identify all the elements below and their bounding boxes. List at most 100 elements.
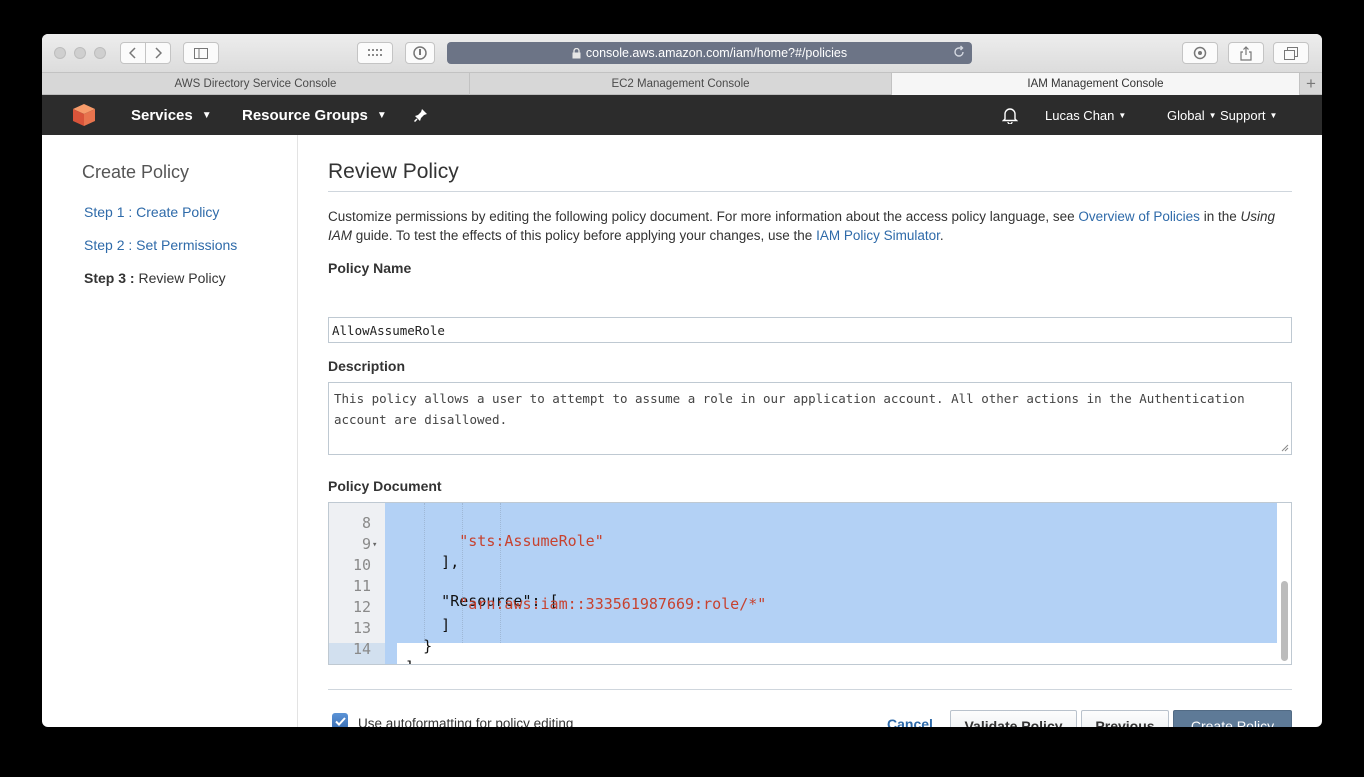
- share-button[interactable]: [1228, 42, 1264, 64]
- step-prefix: Step 3 :: [84, 270, 135, 286]
- forward-button[interactable]: [145, 42, 171, 64]
- step-prefix: Step 1 :: [84, 204, 133, 220]
- step-label: Set Permissions: [136, 237, 238, 253]
- validate-policy-button[interactable]: Validate Policy: [950, 710, 1077, 727]
- create-policy-button[interactable]: Create Policy: [1173, 710, 1292, 727]
- close-window-button[interactable]: [54, 47, 66, 59]
- tabs-icon: [1284, 46, 1298, 60]
- previous-button[interactable]: Previous: [1081, 710, 1169, 727]
- overview-of-policies-link[interactable]: Overview of Policies: [1078, 209, 1200, 224]
- code-line: 13 }: [329, 601, 1277, 655]
- intro-part: guide. To test the effects of this polic…: [352, 228, 817, 243]
- services-menu[interactable]: Services ▼: [131, 95, 212, 135]
- tab-bar: AWS Directory Service Console EC2 Manage…: [42, 72, 1322, 95]
- caret-down-icon: ▼: [1208, 110, 1217, 120]
- user-menu[interactable]: Lucas Chan ▼: [1045, 95, 1126, 135]
- browser-toolbar: console.aws.amazon.com/iam/home?#/polici…: [42, 34, 1322, 72]
- url-text: console.aws.amazon.com/iam/home?#/polici…: [585, 46, 848, 60]
- description-textarea[interactable]: This policy allows a user to attempt to …: [328, 382, 1292, 455]
- aws-logo-icon[interactable]: [72, 103, 96, 132]
- step-label: Create Policy: [136, 204, 220, 220]
- policy-name-input[interactable]: AllowAssumeRole: [328, 317, 1292, 343]
- code-line: 10 ▾ "Resource": [: [329, 538, 1277, 610]
- intro-part: .: [939, 228, 944, 243]
- aws-navbar: Services ▼ Resource Groups ▼ Lucas Chan …: [42, 95, 1322, 135]
- code-line: 15 }: [329, 643, 1277, 664]
- sidebar-item-step1[interactable]: Step 1 : Create Policy: [84, 204, 219, 220]
- minimize-window-button[interactable]: [74, 47, 86, 59]
- new-tab-button[interactable]: +: [1300, 73, 1322, 95]
- code-line: 11 "arn:aws:iam::333561987669:role/*": [329, 559, 1277, 613]
- line-number: 15: [329, 661, 371, 664]
- extension-button[interactable]: [405, 42, 435, 64]
- zoom-window-button[interactable]: [94, 47, 106, 59]
- tab-label: EC2 Management Console: [611, 78, 750, 90]
- share-icon: [1240, 45, 1252, 61]
- cancel-button[interactable]: Cancel: [887, 716, 933, 727]
- sidebar-item-step3: Step 3 : Review Policy: [84, 270, 226, 286]
- chevron-down-icon: ▼: [376, 109, 387, 121]
- step-prefix: Step 2 :: [84, 237, 133, 253]
- reload-icon[interactable]: [952, 45, 966, 59]
- fold-arrow-icon[interactable]: ▾: [372, 540, 377, 550]
- code-line: 8 "sts:AssumeRole": [329, 503, 1277, 550]
- pin-button[interactable]: [414, 95, 428, 135]
- policy-document-label: Policy Document: [328, 478, 442, 494]
- top-sites-button[interactable]: [357, 42, 393, 64]
- support-label: Support: [1220, 107, 1266, 123]
- services-label: Services: [131, 106, 193, 124]
- policy-code-editor[interactable]: 8 "sts:AssumeRole" 9 ], 10 ▾ "Resource":…: [328, 502, 1292, 665]
- sidebar-title: Create Policy: [82, 162, 190, 182]
- region-label: Global: [1167, 107, 1205, 123]
- autoformat-label[interactable]: Use autoformatting for policy editing: [358, 716, 573, 727]
- tab-ec2-console[interactable]: EC2 Management Console: [470, 73, 892, 95]
- tab-label: AWS Directory Service Console: [174, 78, 337, 90]
- pin-icon: [414, 109, 427, 122]
- sidebar-icon: [194, 47, 208, 59]
- footer-divider: [328, 689, 1292, 690]
- tab-directory-service[interactable]: AWS Directory Service Console: [42, 73, 470, 95]
- browser-window: console.aws.amazon.com/iam/home?#/polici…: [42, 34, 1322, 727]
- notifications-button[interactable]: [1002, 95, 1018, 135]
- description-label: Description: [328, 358, 406, 374]
- page-title: Review Policy: [328, 160, 459, 183]
- editor-scrollbar[interactable]: [1281, 581, 1288, 661]
- caret-down-icon: ▼: [1118, 110, 1127, 120]
- policy-simulator-link[interactable]: IAM Policy Simulator: [816, 228, 940, 243]
- policy-name-label: Policy Name: [328, 260, 412, 276]
- code-line: 14 ]: [329, 622, 1277, 664]
- resource-groups-menu[interactable]: Resource Groups ▼: [242, 95, 387, 135]
- chevron-left-icon: [129, 47, 136, 59]
- sidebar-item-step2[interactable]: Step 2 : Set Permissions: [84, 237, 237, 253]
- support-menu[interactable]: Support ▼: [1220, 95, 1277, 135]
- chevron-down-icon: ▼: [201, 109, 212, 121]
- autoformat-checkbox[interactable]: [332, 713, 348, 727]
- tab-iam-console[interactable]: IAM Management Console: [892, 73, 1300, 95]
- region-menu[interactable]: Global ▼: [1167, 95, 1217, 135]
- wizard-sidebar: Create Policy Step 1 : Create Policy Ste…: [42, 135, 298, 727]
- ghostery-icon: [413, 46, 427, 60]
- description-text: This policy allows a user to attempt to …: [334, 391, 1245, 427]
- lock-icon: [572, 47, 581, 58]
- resource-groups-label: Resource Groups: [242, 106, 368, 124]
- tab-label: IAM Management Console: [1027, 78, 1164, 90]
- intro-part: in the: [1199, 209, 1241, 224]
- plus-icon: +: [1306, 74, 1316, 93]
- code-line: 9 ],: [329, 517, 1277, 571]
- extension2-button[interactable]: [1182, 42, 1218, 64]
- show-tabs-button[interactable]: [1273, 42, 1309, 64]
- code-line: 12 ]: [329, 580, 1277, 634]
- address-bar[interactable]: console.aws.amazon.com/iam/home?#/polici…: [447, 42, 972, 64]
- intro-part: Customize permissions by editing the fol…: [328, 209, 1079, 224]
- checkmark-icon: [334, 716, 346, 726]
- chevron-right-icon: [155, 47, 162, 59]
- title-divider: [328, 191, 1292, 192]
- sidebar-toggle-button[interactable]: [183, 42, 219, 64]
- step-label: Review Policy: [138, 270, 226, 286]
- resize-handle-icon[interactable]: [1281, 444, 1289, 452]
- user-name: Lucas Chan: [1045, 107, 1115, 123]
- bell-icon: [1002, 107, 1018, 124]
- extension-icon: [1193, 46, 1207, 60]
- back-button[interactable]: [120, 42, 146, 64]
- caret-down-icon: ▼: [1269, 110, 1278, 120]
